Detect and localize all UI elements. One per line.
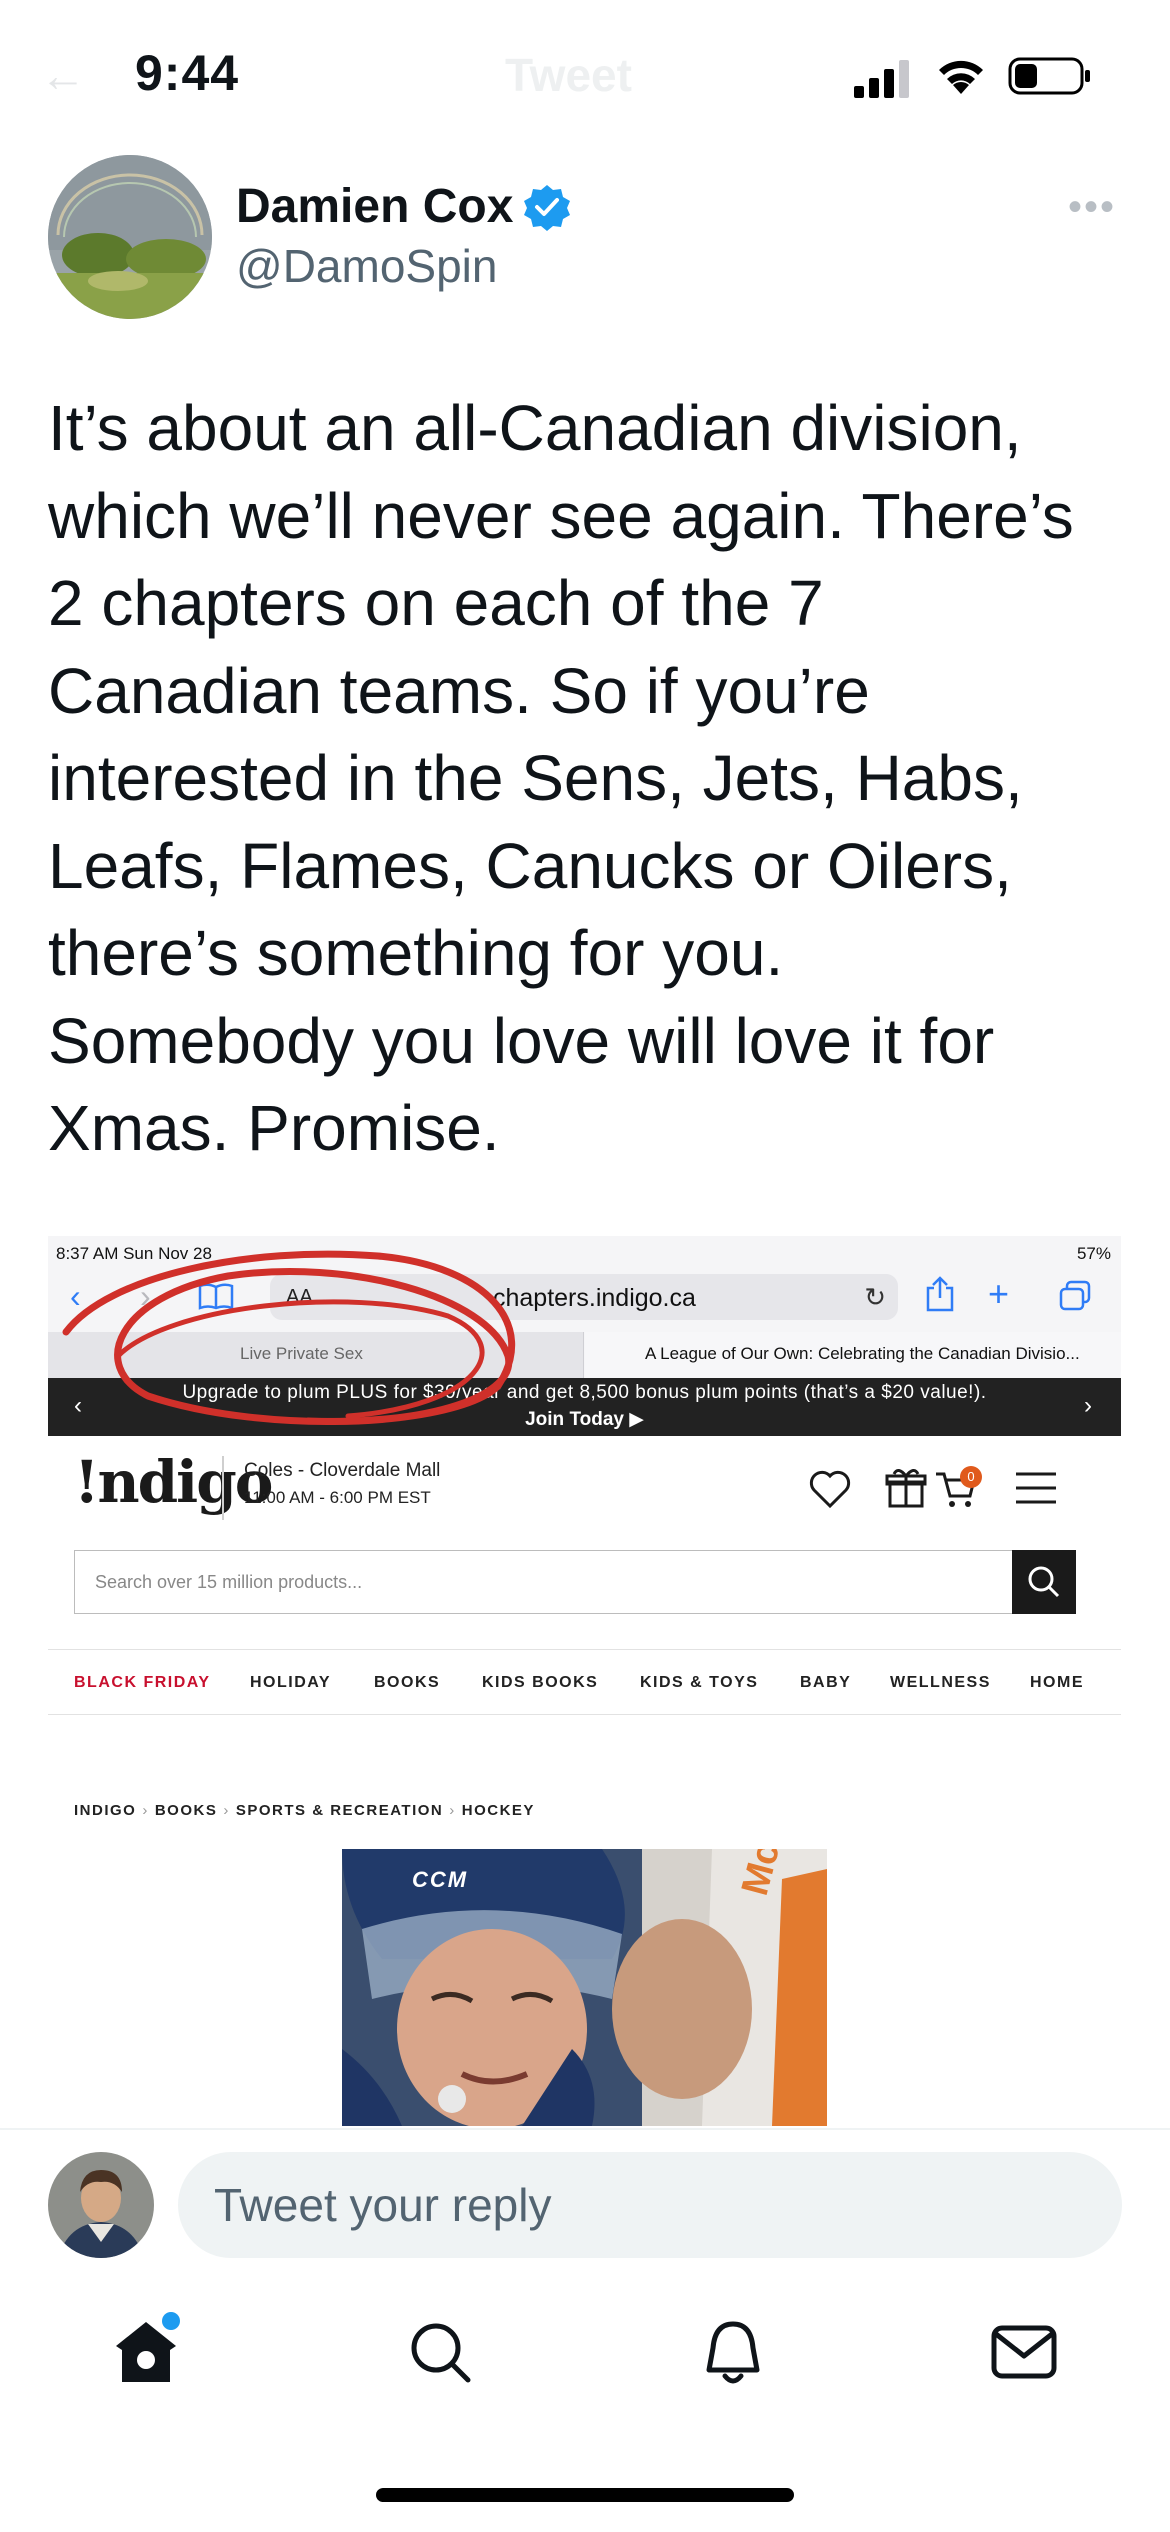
messages-icon[interactable] bbox=[988, 2316, 1060, 2388]
site-search-icon bbox=[1028, 1566, 1060, 1598]
promo-next-icon: › bbox=[1084, 1392, 1092, 1419]
wifi-icon bbox=[939, 60, 983, 94]
new-tab-icon: + bbox=[988, 1273, 1010, 1314]
site-breadcrumb: INDIGO › BOOKS › SPORTS & RECREATION › HOCKEY bbox=[74, 1802, 535, 1819]
cellular-signal-icon bbox=[854, 60, 909, 98]
promo-banner: ‹ Upgrade to plum PLUS for $39/year and … bbox=[48, 1378, 1121, 1436]
bottom-tab-bar bbox=[0, 2300, 1170, 2430]
nav-wellness: WELLNESS bbox=[890, 1674, 991, 1691]
status-bar: ← Tweet 9:44 bbox=[0, 0, 1170, 140]
tweet-author: Damien Cox @DamoSpin ••• bbox=[48, 155, 1128, 325]
tweet-media-image[interactable]: 8:37 AM Sun Nov 28 57% ‹ › AA chapters.i… bbox=[48, 1236, 1121, 2126]
store-hours: 11:00 AM - 6:00 PM EST bbox=[244, 1488, 431, 1507]
home-notification-dot bbox=[162, 2312, 180, 2330]
promo-text: Upgrade to plum PLUS for $39/year and ge… bbox=[182, 1382, 987, 1403]
gift-icon bbox=[885, 1469, 927, 1508]
author-display-name[interactable]: Damien Cox bbox=[236, 179, 513, 234]
nav-kids-toys: KIDS & TOYS bbox=[640, 1674, 759, 1691]
url-text: chapters.indigo.ca bbox=[493, 1284, 696, 1312]
author-handle[interactable]: @DamoSpin bbox=[236, 239, 497, 293]
status-time: 9:44 bbox=[135, 45, 240, 101]
site-nav: BLACK FRIDAY HOLIDAY BOOKS KIDS BOOKS KI… bbox=[48, 1649, 1121, 1715]
nav-holiday: HOLIDAY bbox=[250, 1674, 332, 1691]
tab-right-title: A League of Our Own: Celebrating the Can… bbox=[645, 1344, 1080, 1363]
browser-forward-icon: › bbox=[140, 1278, 151, 1314]
search-icon[interactable] bbox=[404, 2316, 476, 2388]
safari-toolbar: 8:37 AM Sun Nov 28 57% ‹ › AA chapters.i… bbox=[48, 1236, 1121, 1378]
store-selector: Coles - Cloverdale Mall 11:00 AM - 6:00 … bbox=[222, 1456, 522, 1520]
author-avatar[interactable] bbox=[48, 155, 212, 319]
reader-aa-label: AA bbox=[286, 1286, 313, 1308]
nav-home: HOME bbox=[1030, 1674, 1084, 1691]
verified-badge-icon bbox=[524, 185, 570, 231]
reply-input[interactable] bbox=[178, 2152, 1122, 2258]
notifications-icon[interactable] bbox=[697, 2316, 769, 2388]
cart-count-badge: 0 bbox=[960, 1466, 982, 1488]
back-arrow-icon[interactable]: ← bbox=[40, 48, 86, 102]
safari-tab-row: Live Private Sex A League of Our Own: Ce… bbox=[48, 1332, 1121, 1378]
store-name: Coles - Cloverdale Mall bbox=[244, 1460, 441, 1481]
reload-icon: ↻ bbox=[864, 1282, 886, 1312]
crumb-books: BOOKS bbox=[154, 1802, 218, 1819]
promo-cta: Join Today ▶ bbox=[525, 1409, 644, 1430]
crumb-hockey: HOCKEY bbox=[461, 1802, 535, 1819]
ipad-battery-percent: 57% bbox=[1076, 1244, 1111, 1263]
more-options-icon[interactable]: ••• bbox=[1068, 185, 1116, 230]
menu-hamburger-icon bbox=[1016, 1472, 1056, 1504]
bookmarks-icon bbox=[198, 1283, 234, 1310]
crumb-sports: SPORTS & RECREATION bbox=[235, 1802, 444, 1819]
cover-helmet-text: CCM bbox=[412, 1867, 469, 1892]
nav-kids-books: KIDS BOOKS bbox=[482, 1674, 599, 1691]
reply-divider bbox=[0, 2128, 1170, 2130]
crumb-indigo: INDIGO bbox=[74, 1802, 137, 1819]
tweet-text: It’s about an all-Canadian division, whi… bbox=[48, 392, 1074, 1164]
book-cover-image: CCM McD bbox=[342, 1849, 827, 2126]
safari-tab-inactive: Live Private Sex bbox=[48, 1332, 584, 1378]
url-bar: AA chapters.indigo.ca ↻ bbox=[270, 1274, 898, 1320]
nav-baby: BABY bbox=[800, 1674, 852, 1691]
battery-icon bbox=[1008, 57, 1090, 95]
nav-black-friday: BLACK FRIDAY bbox=[74, 1674, 211, 1691]
browser-back-icon: ‹ bbox=[70, 1278, 81, 1314]
user-avatar[interactable] bbox=[48, 2152, 154, 2258]
faded-header-title: Tweet bbox=[505, 49, 632, 101]
wishlist-heart-icon bbox=[809, 1470, 851, 1509]
site-search-box: Search over 15 million products... bbox=[74, 1550, 1026, 1614]
share-icon bbox=[926, 1276, 954, 1312]
site-search-button bbox=[1012, 1550, 1076, 1614]
home-indicator bbox=[376, 2488, 794, 2502]
site-search-placeholder: Search over 15 million products... bbox=[95, 1572, 363, 1592]
nav-books: BOOKS bbox=[374, 1674, 441, 1691]
ipad-status-time: 8:37 AM Sun Nov 28 bbox=[56, 1244, 212, 1263]
tab-left-title: Live Private Sex bbox=[240, 1344, 363, 1363]
tabs-overview-icon bbox=[1059, 1280, 1091, 1311]
safari-tab-active: A League of Our Own: Celebrating the Can… bbox=[585, 1332, 1121, 1378]
